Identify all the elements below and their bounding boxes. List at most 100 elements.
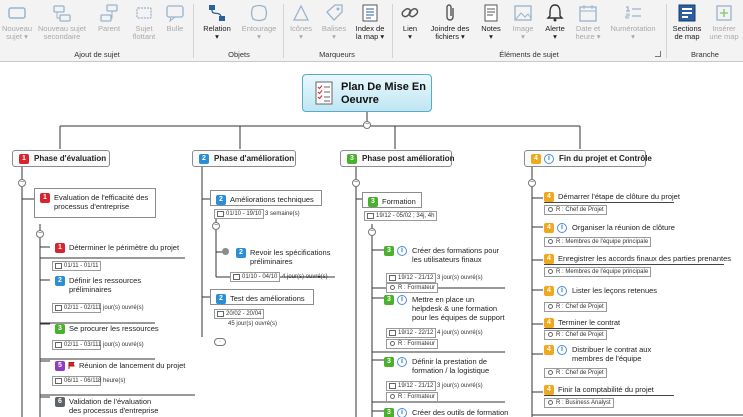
date-range: 19/12 - 21/12 <box>398 383 434 389</box>
resource-badge: R : Membres de l'équipe principale <box>544 237 652 247</box>
bubble-icon <box>166 5 184 23</box>
new-topic-button[interactable]: Nouveau sujet ▾ <box>2 2 32 48</box>
calendar-icon <box>389 275 396 281</box>
numbering-label-2: ▾ <box>631 32 635 41</box>
date-range-badge: 02/11 - 02/11 <box>52 303 102 313</box>
alert-button[interactable]: Alerte ▾ <box>540 2 570 48</box>
map-index-label-2: la map ▾ <box>355 32 385 41</box>
phase-3-task[interactable]: 3 Formation <box>362 192 422 208</box>
date-range: 02/11 - 03/11 <box>64 342 99 348</box>
new-topic-icon <box>8 7 26 19</box>
priority-3-icon: 3 <box>55 324 65 334</box>
status-dot-icon <box>222 248 229 255</box>
priority-2-icon: 2 <box>199 154 209 164</box>
attach-files-button[interactable]: Joindre des fichiers ▾ <box>426 2 474 48</box>
calendar-icon <box>55 305 62 311</box>
person-icon <box>548 304 553 309</box>
resource-badge: R : Membres de l'équipe principale <box>544 267 652 277</box>
notes-icon <box>484 4 498 22</box>
resource-badge: R : Formateur <box>386 283 439 293</box>
item-text: Créer des formations pour les utilisateu… <box>412 246 500 264</box>
checklist-document-icon <box>315 81 333 105</box>
notes-button[interactable]: Notes ▾ <box>476 2 506 48</box>
root-topic[interactable]: Plan De Mise En Oeuvre <box>302 74 432 112</box>
priority-3-icon: 3 <box>368 197 378 207</box>
resource-badge: R : Chef de Projet <box>544 330 607 340</box>
date-time-button[interactable]: Date et heure ▾ <box>572 2 604 48</box>
expand-toggle-icon[interactable]: · <box>214 338 226 346</box>
date-range: 01/11 - 01/11 <box>64 263 99 269</box>
phase-1-topic[interactable]: 1 Phase d'évaluation <box>12 150 110 167</box>
collapse-toggle-icon[interactable]: − <box>352 179 360 187</box>
parent-button[interactable]: Parent <box>92 2 126 48</box>
phase-1-task[interactable]: 1 Evaluation de l'efficacité des process… <box>34 188 156 218</box>
link-button[interactable]: Lien ▾ <box>396 2 424 48</box>
floating-topic-button[interactable]: Sujet flottant <box>128 2 160 48</box>
priority-1-icon: 1 <box>55 243 65 253</box>
priority-2-icon: 2 <box>216 294 226 304</box>
phase-2-title: Phase d'amélioration <box>214 154 295 163</box>
numbering-button[interactable]: Numérotation ▾ <box>606 2 660 48</box>
phase-1-title: Phase d'évaluation <box>34 154 107 163</box>
date-range-badge: 01/10 - 04/10 <box>230 272 281 282</box>
ribbon-separator <box>392 4 393 58</box>
collapse-toggle-icon[interactable]: − <box>368 228 376 236</box>
topic-underline <box>544 202 674 203</box>
collapse-toggle-icon[interactable]: − <box>528 179 536 187</box>
item-text: Distribuer le contrat aux membres de l'é… <box>572 345 652 363</box>
boundary-button[interactable]: Entourage ▾ <box>238 2 280 48</box>
date-range: 06/11 - 06/11 <box>64 378 99 384</box>
root-topic-title: Plan De Mise En Oeuvre <box>341 81 426 106</box>
map-sections-button[interactable]: Sections de map <box>670 2 704 48</box>
link-icon <box>401 7 419 18</box>
bubble-button[interactable]: Bulle <box>162 2 188 48</box>
notes-label-2: ▾ <box>489 32 493 41</box>
insert-map-label-2: une map <box>709 32 739 41</box>
phase-2-task-text: Améliorations techniques <box>230 195 314 204</box>
relation-button[interactable]: Relation ▾ <box>198 2 236 48</box>
item-text: Lister les leçons retenues <box>572 286 658 295</box>
group-launcher-icon[interactable] <box>655 51 661 57</box>
calendar-icon <box>55 342 62 348</box>
collapse-toggle-icon[interactable]: − <box>212 222 220 230</box>
new-topic-label-2: sujet ▾ <box>6 32 28 41</box>
item-text: Enregistrer les accords finaux des parti… <box>558 254 732 263</box>
group-label-ajout: Ajout de sujet <box>74 50 120 59</box>
image-button[interactable]: Image ▾ <box>508 2 538 48</box>
phase-2-topic[interactable]: 2 Phase d'amélioration <box>192 150 296 167</box>
collapse-toggle-icon[interactable]: − <box>18 179 26 187</box>
resource-label: R : Business Analyst <box>556 400 611 406</box>
insert-map-button[interactable]: Insérer une map <box>706 2 742 48</box>
duration-label: 45 jour(s) ouvré(s) <box>228 321 278 327</box>
new-subtopic-button[interactable]: Nouveau sujet secondaire <box>36 2 88 48</box>
priority-2-icon: 2 <box>216 195 226 205</box>
floating-topic-icon <box>136 7 152 19</box>
collapse-toggle-icon[interactable]: − <box>363 121 371 129</box>
calendar-icon <box>389 383 396 389</box>
insert-map-icon <box>716 5 732 21</box>
phase-4-topic[interactable]: 4 i Fin du projet et Contrôle <box>524 150 652 167</box>
item-text: Se procurer les ressources <box>69 324 159 333</box>
alert-icon <box>546 4 564 22</box>
item-text: Organiser la réunion de clôture <box>572 223 675 232</box>
tags-button[interactable]: Balises ▾ <box>318 2 350 48</box>
relation-label-2: ▾ <box>215 32 219 41</box>
item-text: Finir la comptabilité du projet <box>558 385 654 394</box>
collapse-toggle-icon[interactable]: − <box>36 230 44 238</box>
phase-2-task-2[interactable]: 2 Test des améliorations <box>210 289 314 305</box>
icons-button[interactable]: Icônes ▾ <box>286 2 316 48</box>
priority-4-icon: 4 <box>544 318 554 328</box>
phase-3-topic[interactable]: 3 Phase post amélioration <box>340 150 454 167</box>
resource-badge: R : Formateur <box>386 392 439 402</box>
map-index-button[interactable]: Index de la map ▾ <box>352 2 388 48</box>
phase-4-title: Fin du projet et Contrôle <box>559 154 652 163</box>
item-text: Revoir les spécifications préliminaires <box>250 248 331 266</box>
item-text: Définir les ressources préliminaires <box>69 276 142 294</box>
info-icon: i <box>557 286 567 296</box>
new-subtopic-icon <box>53 5 71 22</box>
mind-map-canvas[interactable]: Plan De Mise En Oeuvre − 1 Phase d'évalu… <box>0 62 743 417</box>
calendar-icon <box>55 378 62 384</box>
phase-2-task[interactable]: 2 Améliorations techniques <box>210 190 322 206</box>
duration-label: 4 jour(s) ouvré(s) <box>282 274 328 280</box>
date-range: 01/10 - 04/10 <box>242 274 278 280</box>
